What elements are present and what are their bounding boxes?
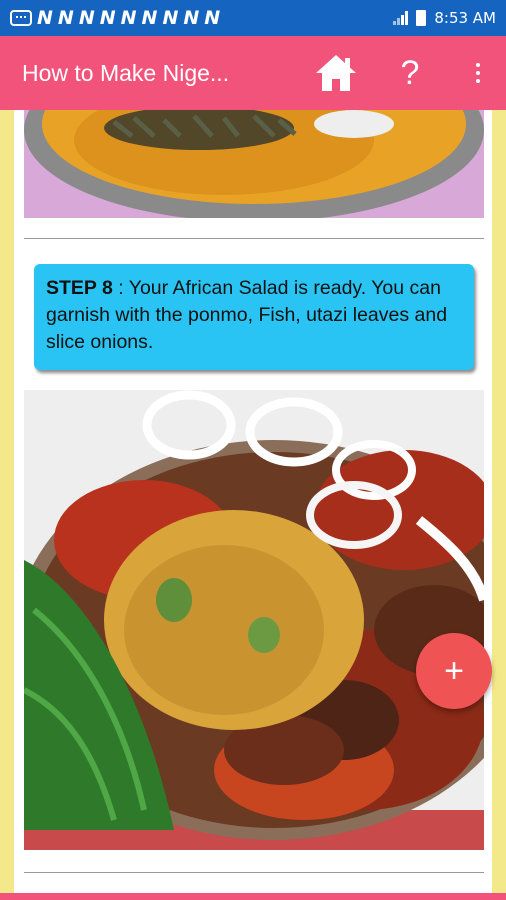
notification-icon: N (37, 7, 53, 29)
notification-icon: N (183, 7, 200, 29)
notification-icon: N (120, 7, 137, 29)
notification-icon: N (57, 7, 74, 29)
bottom-strip (0, 893, 506, 900)
step-instruction: STEP 8 : Your African Salad is ready. Yo… (34, 264, 474, 370)
clock: 8:53 AM (434, 9, 496, 27)
notification-icon: N (141, 7, 158, 29)
overflow-menu-button[interactable] (464, 49, 492, 97)
app-bar: How to Make Nige... ? (0, 36, 506, 110)
signal-icon (393, 11, 409, 25)
home-icon (316, 55, 356, 91)
previous-step-image (24, 110, 484, 218)
battery-icon (416, 10, 427, 26)
recipe-content[interactable]: STEP 8 : Your African Salad is ready. Yo… (14, 110, 492, 894)
message-icon (10, 10, 32, 26)
overflow-menu-icon (476, 63, 480, 67)
system-icons: 8:53 AM (393, 9, 496, 27)
step-divider (24, 238, 484, 239)
notification-icon: N (99, 7, 116, 29)
notification-icon: N (162, 7, 179, 29)
help-button[interactable]: ? (392, 49, 428, 97)
notification-icon: N (78, 7, 95, 29)
african-salad-image (24, 390, 484, 850)
notification-area: N N N N N N N N N (10, 7, 393, 29)
home-button[interactable] (312, 49, 360, 97)
notification-icon: N (204, 7, 221, 29)
status-bar: N N N N N N N N N 8:53 AM (0, 0, 506, 36)
step-label: STEP 8 (46, 277, 113, 299)
step-divider (24, 872, 484, 873)
add-button[interactable]: + (416, 633, 492, 709)
app-title: How to Make Nige... (22, 59, 230, 86)
